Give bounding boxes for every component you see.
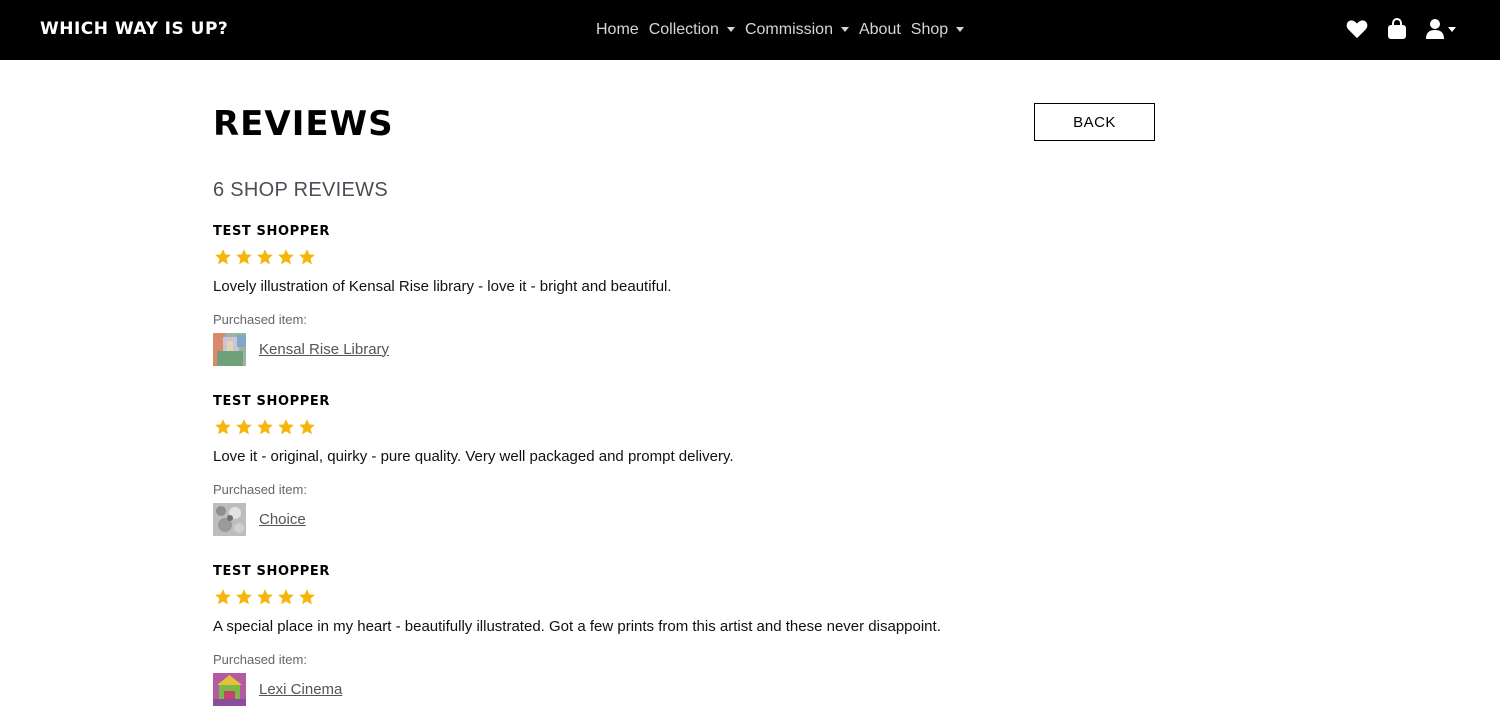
navbar: Which Way Is Up? Home Collection Commiss… xyxy=(0,0,1500,60)
nav-about-label: About xyxy=(858,21,901,38)
purchased-item: Lexi Cinema xyxy=(213,673,342,706)
shopping-bag-icon[interactable] xyxy=(1386,17,1408,41)
star-rating xyxy=(214,248,316,266)
nav-commission[interactable]: Commission xyxy=(745,18,849,42)
nav-commission-label: Commission xyxy=(744,21,833,38)
star-icon xyxy=(278,589,294,605)
purchased-item: Choice xyxy=(213,503,306,536)
product-link[interactable]: Choice xyxy=(259,510,306,530)
review-item: Test Shopper Love it - original, quirky … xyxy=(213,394,1155,536)
star-icon xyxy=(236,589,252,605)
reviewer-name: Test Shopper xyxy=(213,564,330,579)
star-icon xyxy=(257,249,273,265)
chevron-down-icon xyxy=(726,26,735,32)
product-thumbnail[interactable] xyxy=(213,333,246,366)
star-icon xyxy=(299,419,315,435)
star-icon xyxy=(257,589,273,605)
product-thumbnail[interactable] xyxy=(213,673,246,706)
purchased-item-label: Purchased item: xyxy=(213,482,307,497)
star-icon xyxy=(299,249,315,265)
nav-home[interactable]: Home xyxy=(596,18,639,42)
chevron-down-icon xyxy=(1448,26,1456,32)
nav-links: Home Collection Commission About Shop xyxy=(596,18,965,42)
nav-about[interactable]: About xyxy=(859,18,901,42)
star-icon xyxy=(278,419,294,435)
review-text: Love it - original, quirky - pure qualit… xyxy=(213,448,734,465)
purchased-item-label: Purchased item: xyxy=(213,312,307,327)
nav-shop[interactable]: Shop xyxy=(910,18,965,42)
reviewer-name: Test Shopper xyxy=(213,224,330,239)
reviewer-name: Test Shopper xyxy=(213,394,330,409)
product-link[interactable]: Lexi Cinema xyxy=(259,680,342,700)
star-icon xyxy=(236,249,252,265)
star-icon xyxy=(215,419,231,435)
purchased-item: Kensal Rise Library xyxy=(213,333,389,366)
nav-icons xyxy=(1346,17,1456,41)
chevron-down-icon xyxy=(840,26,849,32)
star-icon xyxy=(236,419,252,435)
star-icon xyxy=(215,589,231,605)
nav-collection-label: Collection xyxy=(648,21,719,38)
product-link[interactable]: Kensal Rise Library xyxy=(259,340,389,360)
page-title: Reviews xyxy=(213,104,394,144)
review-text: Lovely illustration of Kensal Rise libra… xyxy=(213,278,672,295)
review-item: Test Shopper A special place in my heart… xyxy=(213,564,1155,706)
star-icon xyxy=(215,249,231,265)
user-icon xyxy=(1426,19,1444,39)
star-rating xyxy=(214,588,316,606)
star-icon xyxy=(299,589,315,605)
purchased-item-label: Purchased item: xyxy=(213,652,307,667)
review-count: 6 SHOP REVIEWS xyxy=(213,179,388,201)
chevron-down-icon xyxy=(956,26,965,32)
nav-shop-label: Shop xyxy=(910,21,949,38)
brand-logo[interactable]: Which Way Is Up? xyxy=(40,18,228,40)
back-button[interactable]: BACK xyxy=(1034,103,1155,141)
product-thumbnail[interactable] xyxy=(213,503,246,536)
nav-home-label: Home xyxy=(596,21,639,38)
review-text: A special place in my heart - beautifull… xyxy=(213,618,941,635)
user-menu[interactable] xyxy=(1426,19,1456,39)
star-rating xyxy=(214,418,316,436)
star-icon xyxy=(257,419,273,435)
review-item: Test Shopper Lovely illustration of Kens… xyxy=(213,224,1155,366)
heart-icon[interactable] xyxy=(1346,17,1368,41)
star-icon xyxy=(278,249,294,265)
nav-collection[interactable]: Collection xyxy=(649,18,735,42)
